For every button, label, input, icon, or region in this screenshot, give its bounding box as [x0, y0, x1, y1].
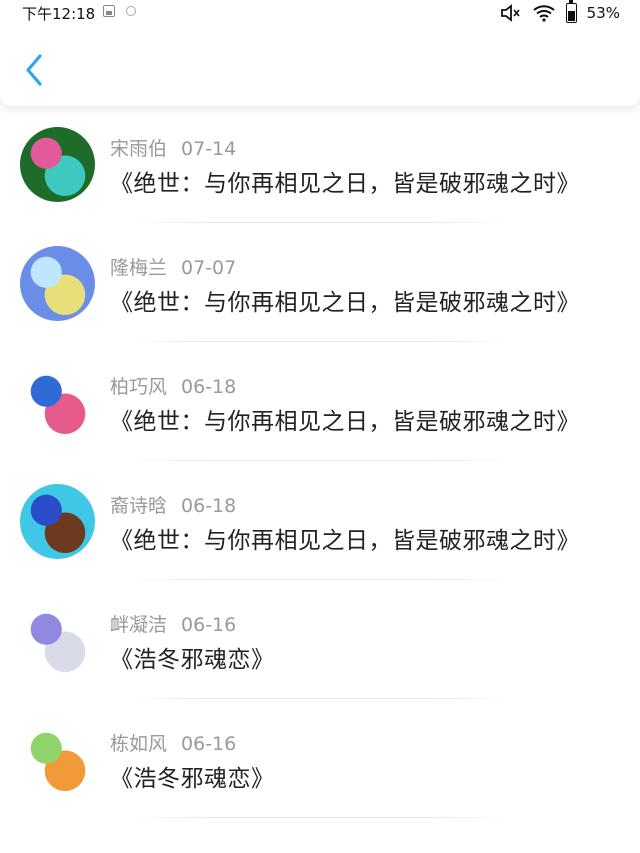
mute-icon — [500, 4, 520, 22]
comment-item[interactable]: 隆梅兰 07-07 《绝世：与你再相见之日，皆是破邪魂之时》 — [0, 223, 640, 342]
comment-date: 06-16 — [181, 614, 237, 636]
book-title[interactable]: 《浩冬邪魂恋》 — [110, 640, 275, 674]
user-avatar[interactable] — [20, 246, 95, 321]
status-bar: 下午12:18 53% — [0, 0, 640, 26]
divider — [128, 817, 512, 818]
sync-notification-icon — [126, 6, 136, 16]
comment-meta: 隆梅兰 07-07 — [110, 253, 236, 280]
book-title[interactable]: 《绝世：与你再相见之日，皆是破邪魂之时》 — [110, 521, 580, 555]
battery-percent: 53% — [586, 4, 620, 22]
user-name[interactable]: 裔诗晗 — [110, 495, 167, 517]
comment-item[interactable]: 柏巧风 06-18 《绝世：与你再相见之日，皆是破邪魂之时》 — [0, 342, 640, 461]
comment-date: 07-14 — [181, 138, 237, 160]
user-avatar[interactable] — [20, 484, 95, 559]
book-title[interactable]: 《绝世：与你再相见之日，皆是破邪魂之时》 — [110, 164, 580, 198]
comment-meta: 裔诗晗 06-18 — [110, 491, 236, 518]
user-name[interactable]: 隆梅兰 — [110, 257, 167, 279]
comment-meta: 宋雨伯 07-14 — [110, 134, 236, 161]
comment-item[interactable]: 宋雨伯 07-14 《绝世：与你再相见之日，皆是破邪魂之时》 — [0, 104, 640, 223]
comment-item[interactable]: 裔诗晗 06-18 《绝世：与你再相见之日，皆是破邪魂之时》 — [0, 461, 640, 580]
top-bar — [0, 22, 640, 106]
user-avatar[interactable] — [20, 127, 95, 202]
comment-meta: 栋如风 06-16 — [110, 729, 236, 756]
user-avatar[interactable] — [20, 365, 95, 440]
wifi-icon — [533, 5, 555, 22]
comment-date: 06-18 — [181, 376, 237, 398]
user-avatar[interactable] — [20, 603, 95, 678]
comment-item[interactable]: 衅凝洁 06-16 《浩冬邪魂恋》 — [0, 580, 640, 699]
user-name[interactable]: 宋雨伯 — [110, 138, 167, 160]
battery-icon — [565, 0, 577, 23]
comment-list: 《绝世：与你再相见之日，皆是破邪魂之时》 宋雨伯 07-14 《绝世：与你再相见之日，… — [0, 8, 640, 818]
book-title[interactable]: 《绝世：与你再相见之日，皆是破邪魂之时》 — [110, 402, 580, 436]
status-time: 下午12:18 — [22, 5, 96, 23]
book-title[interactable]: 《浩冬邪魂恋》 — [110, 759, 275, 793]
comment-meta: 衅凝洁 06-16 — [110, 610, 236, 637]
book-title[interactable]: 《绝世：与你再相见之日，皆是破邪魂之时》 — [110, 283, 580, 317]
comment-item[interactable]: 栋如风 06-16 《浩冬邪魂恋》 — [0, 699, 640, 818]
gallery-notification-icon — [103, 5, 115, 17]
user-name[interactable]: 柏巧风 — [110, 376, 167, 398]
comment-date: 06-18 — [181, 495, 237, 517]
user-name[interactable]: 衅凝洁 — [110, 614, 167, 636]
comment-meta: 柏巧风 06-18 — [110, 372, 236, 399]
comment-date: 06-16 — [181, 733, 237, 755]
user-name[interactable]: 栋如风 — [110, 733, 167, 755]
comment-date: 07-07 — [181, 257, 237, 279]
back-icon[interactable] — [18, 50, 52, 90]
user-avatar[interactable] — [20, 722, 95, 797]
